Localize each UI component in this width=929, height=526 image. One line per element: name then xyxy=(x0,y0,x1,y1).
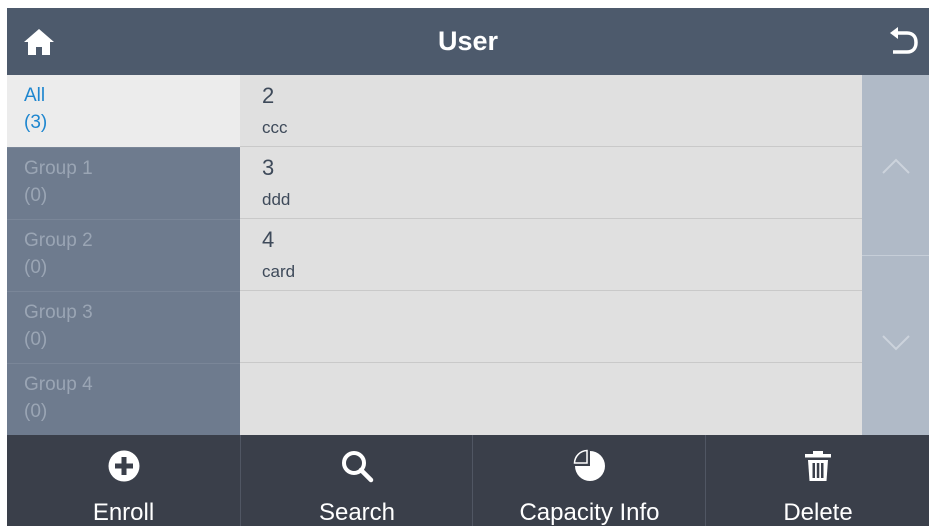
group-name: Group 2 xyxy=(24,230,93,251)
group-item-group-2[interactable]: Group 2 (0) xyxy=(7,219,240,292)
scroll-down-button[interactable] xyxy=(862,256,929,435)
header-bar: User xyxy=(7,8,929,75)
group-item-group-3[interactable]: Group 3 (0) xyxy=(7,291,240,364)
user-row[interactable]: 4 card xyxy=(240,219,862,291)
search-icon xyxy=(342,451,374,483)
group-name: Group 3 xyxy=(24,302,93,323)
enroll-label: Enroll xyxy=(92,499,155,526)
user-id: 3 xyxy=(262,155,275,180)
user-name: card xyxy=(262,262,296,281)
bottom-toolbar: Enroll Search Capacity Info Delete xyxy=(7,435,929,526)
capacity-info-button[interactable]: Capacity Info xyxy=(472,435,706,526)
empty-user-row xyxy=(240,363,862,434)
user-name: ccc xyxy=(262,118,288,137)
group-count: (0) xyxy=(24,401,48,422)
group-count: (3) xyxy=(24,112,48,133)
user-row[interactable]: 2 ccc xyxy=(240,75,862,147)
user-list: 2 ccc 3 ddd 4 card xyxy=(240,75,862,435)
group-name: All xyxy=(24,85,46,106)
delete-button[interactable]: Delete xyxy=(705,435,929,526)
scroll-column xyxy=(862,75,929,435)
group-item-group-1[interactable]: Group 1 (0) xyxy=(7,147,240,220)
search-button[interactable]: Search xyxy=(240,435,473,526)
page-title: User xyxy=(437,26,499,56)
scroll-up-button[interactable] xyxy=(862,75,929,255)
enroll-button[interactable]: Enroll xyxy=(7,435,240,526)
pie-chart-icon xyxy=(573,449,605,481)
delete-label: Delete xyxy=(783,499,853,526)
group-item-group-4[interactable]: Group 4 (0) xyxy=(7,363,240,436)
chevron-down-icon xyxy=(882,335,910,351)
user-row[interactable]: 3 ddd xyxy=(240,147,862,219)
plus-circle-icon xyxy=(108,450,139,482)
group-name: Group 1 xyxy=(24,158,93,179)
back-button[interactable] xyxy=(887,26,921,58)
group-sidebar: All (3) Group 1 (0) Group 2 (0) Group 3 … xyxy=(7,75,240,435)
trash-icon xyxy=(805,451,831,481)
capacity-info-label: Capacity Info xyxy=(519,499,660,526)
group-item-all[interactable]: All (3) xyxy=(7,75,240,147)
user-id: 4 xyxy=(262,227,275,252)
group-count: (0) xyxy=(24,329,48,350)
user-screen: User All (3) Group 1 (0) Group 2 (0) Gro… xyxy=(7,8,929,526)
user-id: 2 xyxy=(262,83,275,108)
group-name: Group 4 xyxy=(24,374,93,395)
group-count: (0) xyxy=(24,185,48,206)
user-name: ddd xyxy=(262,190,291,209)
group-count: (0) xyxy=(24,257,48,278)
back-arrow-icon xyxy=(890,27,918,54)
search-label: Search xyxy=(318,499,396,526)
empty-user-row xyxy=(240,291,862,363)
chevron-up-icon xyxy=(882,158,910,174)
